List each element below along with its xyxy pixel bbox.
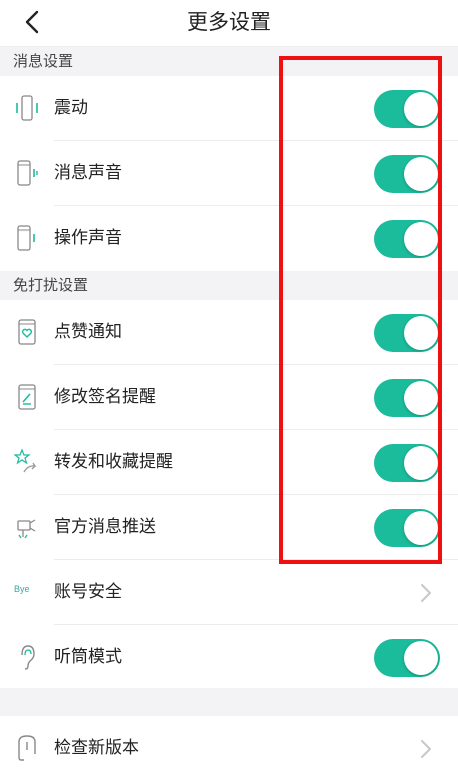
setting-row-likes: 点赞通知: [0, 300, 458, 365]
vibrate-label: 震动: [54, 98, 88, 118]
page-title: 更多设置: [187, 10, 271, 34]
header-bar: 更多设置: [0, 0, 458, 47]
official-label: 官方消息推送: [54, 517, 156, 537]
toggle-knob: [404, 157, 438, 191]
message-sound-label: 消息声音: [54, 163, 122, 183]
star-share-icon: [14, 448, 37, 473]
toggle-knob: [404, 446, 438, 480]
forward-label: 转发和收藏提醒: [54, 452, 173, 472]
section-dnd-settings: 免打扰设置: [0, 271, 458, 300]
chevron-right-icon[interactable]: [418, 582, 434, 604]
account-security-label: 账号安全: [54, 582, 122, 602]
signature-toggle[interactable]: [374, 379, 440, 417]
setting-row-official: 官方消息推送: [0, 495, 458, 560]
forward-toggle[interactable]: [374, 444, 440, 482]
setting-row-account-security[interactable]: Bye 账号安全: [0, 560, 458, 625]
setting-row-vibrate: 震动: [0, 76, 458, 141]
check-version-icon: [18, 735, 36, 761]
operation-sound-toggle[interactable]: [374, 220, 440, 258]
toggle-knob: [404, 641, 438, 675]
megaphone-icon: [17, 519, 36, 539]
vibrate-icon: [16, 95, 38, 121]
vibrate-toggle[interactable]: [374, 90, 440, 128]
toggle-knob: [404, 381, 438, 415]
section-message-settings: 消息设置: [0, 47, 458, 76]
earpiece-label: 听筒模式: [54, 647, 122, 667]
message-sound-toggle[interactable]: [374, 155, 440, 193]
setting-row-forward: 转发和收藏提醒: [0, 430, 458, 495]
setting-row-message-sound: 消息声音: [0, 141, 458, 206]
toggle-knob: [404, 222, 438, 256]
likes-label: 点赞通知: [54, 322, 122, 342]
toggle-knob: [404, 511, 438, 545]
operation-sound-label: 操作声音: [54, 228, 122, 248]
phone-sound-icon: [17, 225, 35, 251]
check-update-label: 检查新版本: [54, 738, 139, 758]
earpiece-toggle[interactable]: [374, 639, 440, 677]
bye-icon: Bye: [14, 584, 30, 594]
toggle-knob: [404, 92, 438, 126]
phone-sound-icon: [17, 160, 38, 186]
toggle-knob: [404, 316, 438, 350]
signature-label: 修改签名提醒: [54, 387, 156, 407]
setting-row-check-update[interactable]: 检查新版本: [0, 716, 458, 781]
chevron-right-icon[interactable]: [418, 738, 434, 760]
setting-row-operation-sound: 操作声音: [0, 206, 458, 271]
setting-row-signature: 修改签名提醒: [0, 365, 458, 430]
likes-toggle[interactable]: [374, 314, 440, 352]
heart-phone-icon: [18, 319, 36, 345]
edit-phone-icon: [18, 384, 36, 410]
official-toggle[interactable]: [374, 509, 440, 547]
section-gap: [0, 688, 458, 716]
setting-row-earpiece: 听筒模式: [0, 625, 458, 690]
ear-icon: [21, 645, 35, 670]
